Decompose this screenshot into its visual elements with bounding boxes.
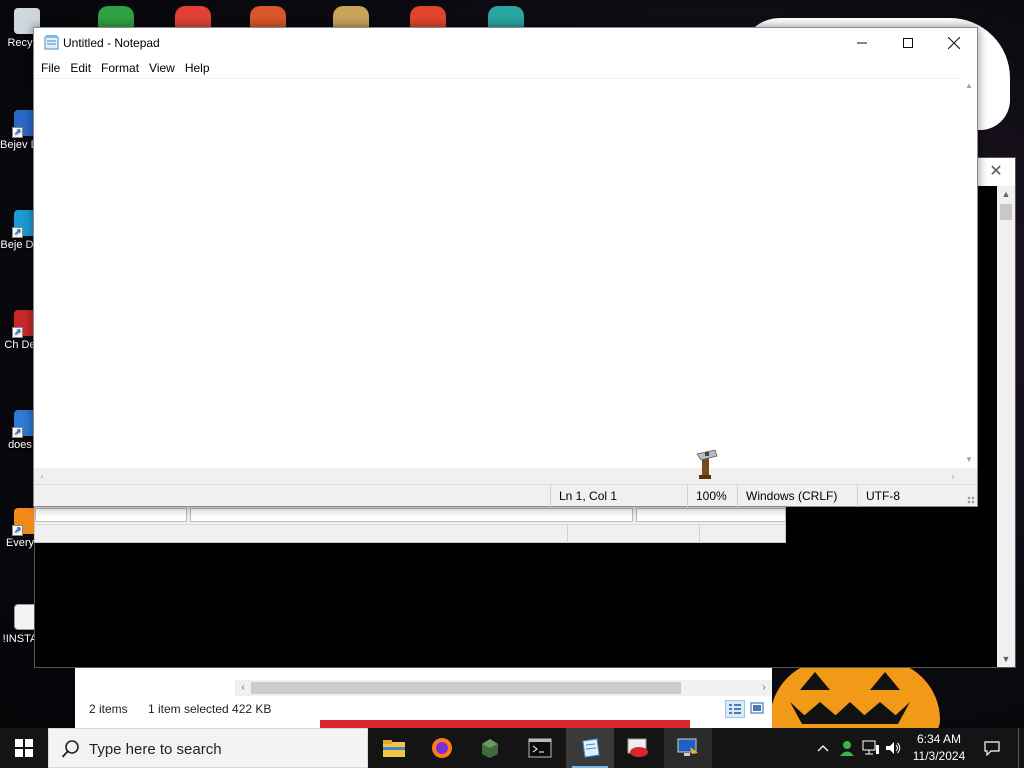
windows-logo-icon [15, 739, 33, 757]
system-clock[interactable]: 6:34 AM 11/3/2024 [900, 731, 978, 765]
text-editor-area[interactable] [34, 78, 961, 468]
menu-format[interactable]: Format [96, 58, 144, 78]
desktop-top-icon-5 [410, 6, 446, 28]
action-center-button[interactable] [978, 728, 1006, 768]
taskbar: Type here to search 6:34 AM 11/3/2024 [0, 728, 1024, 768]
search-icon [61, 740, 79, 758]
show-hidden-icons-button[interactable] [814, 728, 832, 768]
taskbar-red-app[interactable] [614, 728, 662, 768]
maximize-button[interactable] [885, 28, 931, 58]
close-icon [948, 37, 960, 49]
notepad-icon [44, 35, 59, 50]
large-icons-view-button[interactable] [748, 700, 768, 718]
status-bar: Ln 1, Col 1 100% Windows (CRLF) UTF-8 [34, 484, 977, 507]
resize-grip-icon[interactable] [967, 496, 975, 504]
tray-user-status[interactable] [836, 728, 858, 768]
taskbar-notepad[interactable] [566, 728, 614, 768]
menu-file[interactable]: File [36, 58, 65, 78]
menu-view[interactable]: View [144, 58, 180, 78]
scroll-right-icon[interactable]: › [756, 680, 772, 696]
file-explorer-icon [383, 740, 405, 757]
taskbar-firefox[interactable] [418, 728, 466, 768]
user-status-icon [840, 741, 854, 756]
minimize-button[interactable] [839, 28, 885, 58]
search-input[interactable]: Type here to search [48, 728, 368, 768]
animated-cursor-icon [696, 449, 718, 479]
terminal-icon [528, 738, 552, 758]
notification-icon [984, 741, 1000, 756]
menu-help[interactable]: Help [180, 58, 215, 78]
line-ending: Windows (CRLF) [737, 485, 857, 507]
network-icon [862, 740, 879, 755]
vertical-scrollbar[interactable]: ▲ ▼ [997, 186, 1015, 667]
explorer-details-header [34, 505, 786, 543]
taskbar-file-explorer[interactable] [370, 728, 418, 768]
maximize-icon [903, 38, 913, 48]
scroll-thumb[interactable] [1000, 204, 1012, 220]
taskbar-green-app[interactable] [466, 728, 514, 768]
window-title: Untitled - Notepad [63, 36, 160, 50]
encoding: UTF-8 [857, 485, 967, 507]
details-view-button[interactable] [725, 700, 745, 718]
scroll-left-icon[interactable]: ‹ [235, 680, 251, 696]
firefox-icon [432, 738, 452, 758]
title-bar[interactable]: Untitled - Notepad [34, 28, 977, 58]
notepad-icon [582, 738, 600, 758]
zoom-level: 100% [687, 485, 737, 507]
clock-date: 11/3/2024 [912, 749, 966, 763]
chevron-up-icon [817, 745, 829, 752]
cursor-position: Ln 1, Col 1 [550, 485, 687, 507]
tray-network[interactable] [860, 728, 882, 768]
scrollbar-corner [961, 468, 977, 484]
show-desktop-button[interactable] [1018, 728, 1024, 768]
scroll-down-icon[interactable]: ▼ [961, 452, 977, 468]
desktop-top-icon-1 [98, 6, 134, 28]
taskbar-remote-desktop[interactable] [664, 728, 712, 768]
menu-bar: File Edit Format View Help [34, 58, 977, 78]
desktop-top-icon-3 [250, 6, 286, 28]
vertical-scrollbar[interactable]: ▲ ▼ [961, 78, 977, 468]
start-button[interactable] [0, 728, 48, 768]
desktop-top-icon-6 [488, 6, 524, 28]
desktop-top-icon-chrome [175, 6, 211, 28]
explorer-status-area: ‹ › 2 items 1 item selected 422 KB [75, 668, 772, 728]
minimize-icon [857, 42, 867, 44]
scroll-thumb[interactable] [251, 682, 681, 694]
taskbar-terminal[interactable] [516, 728, 564, 768]
notepad-window: Untitled - Notepad File Edit Format View… [33, 27, 978, 507]
item-count: 2 items [89, 702, 128, 716]
scroll-right-icon[interactable]: › [945, 468, 961, 484]
search-placeholder: Type here to search [89, 741, 222, 758]
app-green-box-icon [482, 739, 498, 758]
scroll-down-icon[interactable]: ▼ [997, 651, 1015, 667]
menu-edit[interactable]: Edit [65, 58, 96, 78]
red-app-icon [627, 738, 648, 757]
selection-info: 1 item selected 422 KB [148, 702, 272, 716]
close-icon[interactable]: ✕ [977, 158, 1015, 186]
horizontal-scrollbar[interactable]: ‹ › [34, 468, 961, 484]
scroll-left-icon[interactable]: ‹ [34, 468, 50, 484]
wallpaper-red-strip [320, 720, 690, 728]
close-button[interactable] [931, 28, 977, 58]
clock-time: 6:34 AM [916, 732, 962, 746]
scroll-up-icon[interactable]: ▲ [961, 78, 977, 94]
remote-desktop-icon [677, 738, 698, 756]
desktop-top-icon-4 [333, 6, 369, 28]
horizontal-scrollbar[interactable]: ‹ › [235, 680, 772, 696]
scroll-up-icon[interactable]: ▲ [997, 186, 1015, 202]
